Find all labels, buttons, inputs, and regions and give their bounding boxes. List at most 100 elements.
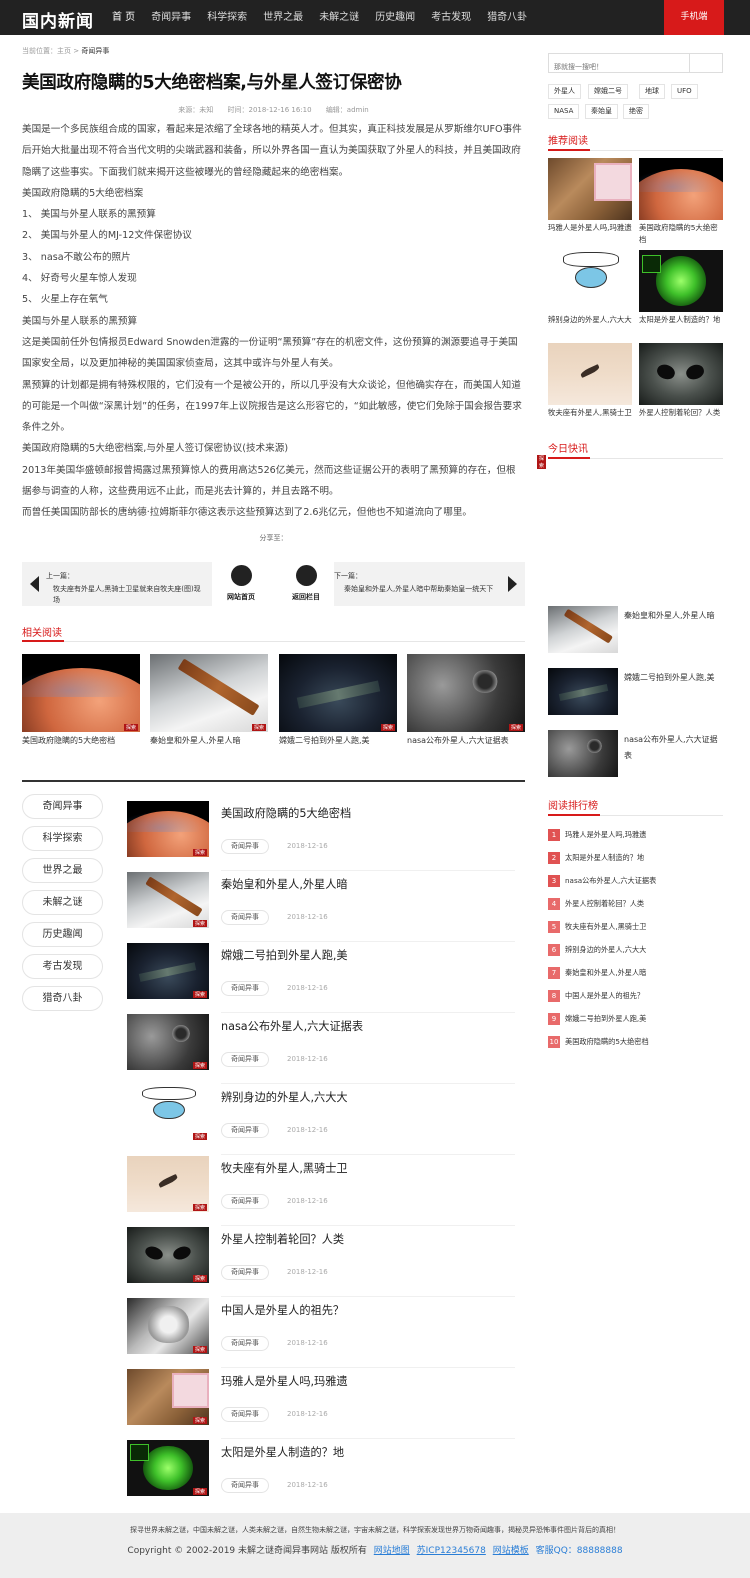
breadcrumb-home[interactable]: 主页 (57, 47, 71, 55)
news-thumbnail[interactable]: 探索 (127, 1227, 209, 1283)
category-science[interactable]: 科学探索 (22, 826, 103, 851)
tag-link[interactable]: 绝密 (623, 104, 649, 119)
site-logo[interactable]: 国内新闻 (22, 7, 94, 32)
today-featured-caption[interactable]: 美国政府隐瞒的5大绝密档 (554, 572, 647, 583)
news-tag[interactable]: 奇闻异事 (221, 1194, 269, 1209)
nav-item-history[interactable]: 历史趣闻 (367, 0, 423, 35)
article-editor: 编辑：admin (325, 106, 369, 114)
news-thumbnail[interactable]: 探索 (127, 1085, 209, 1141)
recommend-item[interactable]: 辨别身边的外星人,六大大 (548, 250, 632, 338)
divider (221, 1367, 515, 1368)
news-title[interactable]: 秦始皇和外星人,外星人暗 (221, 876, 348, 892)
prev-article-link[interactable]: 上一篇： 牧夫座有外星人,黑骑士卫星就来自牧夫座(图)现场 (22, 562, 212, 606)
news-item: 探索 中国人是外星人的祖先？ 奇闻异事 2018-12-16 (127, 1298, 515, 1370)
news-thumbnail[interactable]: 探索 (127, 1156, 209, 1212)
icp-link[interactable]: 苏ICP12345678 (417, 1546, 486, 1556)
news-tag[interactable]: 奇闻异事 (221, 1478, 269, 1493)
news-thumbnail[interactable]: 探索 (127, 1014, 209, 1070)
tag-link[interactable]: NASA (548, 104, 580, 119)
related-item[interactable]: 探索 嫦娥二号拍到外星人跑,美 (279, 654, 397, 746)
nav-item-home[interactable]: 首 页 (104, 0, 143, 35)
news-title[interactable]: 牧夫座有外星人,黑骑士卫 (221, 1160, 348, 1176)
nav-item-mysteries[interactable]: 未解之谜 (311, 0, 367, 35)
rank-item[interactable]: 3 nasa公布外星人,六大证据表 (548, 875, 723, 891)
news-title[interactable]: 中国人是外星人的祖先？ (221, 1302, 344, 1318)
recommend-item[interactable]: 外星人控制着轮回？人类 (639, 343, 723, 431)
today-item[interactable]: 秦始皇和外星人,外星人暗 (548, 606, 723, 654)
rank-item[interactable]: 7 秦始皇和外星人,外星人暗 (548, 967, 723, 983)
today-item[interactable]: nasa公布外星人,六大证据表 (548, 730, 723, 778)
search-button[interactable] (689, 54, 722, 72)
news-title[interactable]: 美国政府隐瞒的5大绝密档 (221, 805, 351, 821)
recommend-item[interactable]: 牧夫座有外星人,黑骑士卫 (548, 343, 632, 431)
news-title[interactable]: 外星人控制着轮回？人类 (221, 1231, 344, 1247)
category-history[interactable]: 历史趣闻 (22, 922, 103, 947)
related-item[interactable]: 探索 nasa公布外星人,六大证据表 (407, 654, 525, 746)
news-title[interactable]: nasa公布外星人,六大证据表 (221, 1018, 363, 1034)
mobile-version-button[interactable]: 手机端 (664, 0, 724, 35)
news-thumbnail[interactable]: 探索 (127, 1440, 209, 1496)
rank-number-badge: 4 (548, 898, 560, 910)
recommend-thumbnail (639, 250, 723, 312)
recommend-heading: 推荐阅读 (548, 136, 588, 147)
arrow-right-icon (508, 576, 517, 592)
watermark-badge: 探索 (192, 1488, 207, 1495)
nav-item-world-records[interactable]: 世界之最 (255, 0, 311, 35)
news-thumbnail[interactable]: 探索 (127, 1298, 209, 1354)
rank-item[interactable]: 6 辨别身边的外星人,六大大 (548, 944, 723, 960)
recommend-item[interactable]: 太阳是外星人制造的？地 (639, 250, 723, 338)
category-oddities[interactable]: 奇闻异事 (22, 794, 103, 819)
search-input[interactable] (549, 58, 687, 76)
news-title[interactable]: 嫦娥二号拍到外星人跑,美 (221, 947, 348, 963)
related-item[interactable]: 探索 美国政府隐瞒的5大绝密档 (22, 654, 140, 746)
nav-item-science[interactable]: 科学探索 (199, 0, 255, 35)
news-title[interactable]: 辨别身边的外星人,六大大 (221, 1089, 348, 1105)
back-to-column-button[interactable]: 返回栏目 (276, 565, 336, 602)
news-title[interactable]: 太阳是外星人制造的？地 (221, 1444, 344, 1460)
tag-link[interactable]: UFO (671, 84, 698, 99)
category-world-records[interactable]: 世界之最 (22, 858, 103, 883)
rank-item[interactable]: 4 外星人控制着轮回？人类 (548, 898, 723, 914)
rank-item[interactable]: 1 玛雅人是外星人吗,玛雅遗 (548, 829, 723, 845)
news-thumbnail[interactable]: 探索 (127, 801, 209, 857)
rank-item[interactable]: 2 太阳是外星人制造的？地 (548, 852, 723, 868)
news-tag[interactable]: 奇闻异事 (221, 910, 269, 925)
nav-item-oddities[interactable]: 奇闻异事 (143, 0, 199, 35)
news-thumbnail[interactable]: 探索 (127, 872, 209, 928)
news-tag[interactable]: 奇闻异事 (221, 981, 269, 996)
category-archaeology[interactable]: 考古发现 (22, 954, 103, 979)
next-article-link[interactable]: 下一篇： 秦始皇和外星人,外星人暗中帮助秦始皇一统天下 (334, 562, 525, 606)
tag-link[interactable]: 嫦娥二号 (588, 84, 628, 99)
related-item[interactable]: 探索 秦始皇和外星人,外星人暗 (150, 654, 268, 746)
rank-item[interactable]: 8 中国人是外星人的祖先？ (548, 990, 723, 1006)
news-thumbnail[interactable]: 探索 (127, 943, 209, 999)
recommend-item[interactable]: 玛雅人是外星人吗,玛雅遗 (548, 158, 632, 246)
news-tag[interactable]: 奇闻异事 (221, 1123, 269, 1138)
support-qq[interactable]: 客服QQ：88888888 (536, 1546, 623, 1556)
news-tag[interactable]: 奇闻异事 (221, 839, 269, 854)
breadcrumb-current[interactable]: 奇闻异事 (81, 47, 109, 55)
tag-link[interactable]: 地球 (639, 84, 665, 99)
tag-link[interactable]: 外星人 (548, 84, 581, 99)
news-tag[interactable]: 奇闻异事 (221, 1265, 269, 1280)
news-title[interactable]: 玛雅人是外星人吗,玛雅遗 (221, 1373, 348, 1389)
rank-item[interactable]: 10 美国政府隐瞒的5大绝密档 (548, 1036, 723, 1052)
nav-item-archaeology[interactable]: 考古发现 (423, 0, 479, 35)
news-tag[interactable]: 奇闻异事 (221, 1336, 269, 1351)
category-gossip[interactable]: 猎奇八卦 (22, 986, 103, 1011)
sitemap-link[interactable]: 网站地图 (374, 1546, 410, 1556)
template-link[interactable]: 网站模板 (493, 1546, 529, 1556)
news-tag[interactable]: 奇闻异事 (221, 1407, 269, 1422)
rank-item[interactable]: 5 牧夫座有外星人,黑骑士卫 (548, 921, 723, 937)
category-mysteries[interactable]: 未解之谜 (22, 890, 103, 915)
rank-item[interactable]: 9 嫦娥二号拍到外星人跑,美 (548, 1013, 723, 1029)
nav-item-gossip[interactable]: 猎奇八卦 (479, 0, 535, 35)
news-thumbnail[interactable]: 探索 (127, 1369, 209, 1425)
today-item[interactable]: 嫦娥二号拍到外星人跑,美 (548, 668, 723, 716)
divider (221, 1083, 515, 1084)
site-home-button[interactable]: 网站首页 (211, 565, 271, 602)
article-paragraph: 4、 好奇号火星车惊人发现 (22, 273, 137, 285)
tag-link[interactable]: 秦始皇 (585, 104, 618, 119)
recommend-item[interactable]: 美国政府隐瞒的5大绝密档 (639, 158, 723, 246)
news-tag[interactable]: 奇闻异事 (221, 1052, 269, 1067)
